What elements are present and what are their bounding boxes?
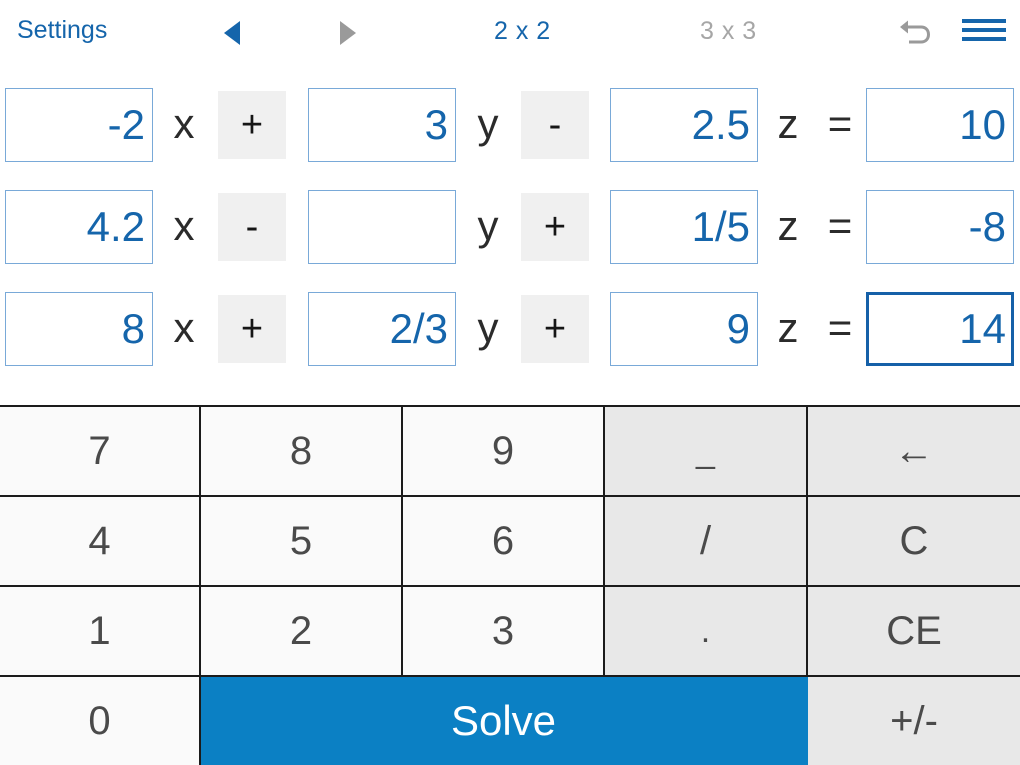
variable-label-y-row1: y bbox=[477, 202, 499, 249]
key-5[interactable]: 5 bbox=[201, 497, 403, 587]
key-9-label: 9 bbox=[491, 428, 515, 473]
operator-button-2-row2[interactable]: + bbox=[521, 295, 589, 363]
settings-button[interactable]: Settings bbox=[17, 18, 107, 43]
decimal-key[interactable]: . bbox=[605, 587, 808, 677]
menu-bar-bottom bbox=[962, 37, 1006, 41]
clear-entry-key[interactable]: CE bbox=[808, 587, 1020, 677]
hamburger-menu-icon[interactable] bbox=[962, 19, 1006, 47]
sign-toggle-key[interactable]: +/- bbox=[808, 677, 1020, 765]
key-6[interactable]: 6 bbox=[403, 497, 605, 587]
key-0[interactable]: 0 bbox=[0, 677, 201, 765]
clear-entry-key-label: CE bbox=[886, 608, 942, 653]
key-4[interactable]: 4 bbox=[0, 497, 201, 587]
equation-row: 8 x + 2/3 y + 9 z = 14 bbox=[0, 292, 1020, 394]
triangle-left-icon[interactable] bbox=[219, 18, 245, 48]
coefficient-z-input-row2[interactable]: 9 bbox=[610, 292, 758, 366]
variable-label-z-row2: z bbox=[777, 304, 799, 351]
equals-sign-row0: = bbox=[827, 100, 853, 147]
solve-key-label: Solve bbox=[450, 697, 557, 744]
key-2[interactable]: 2 bbox=[201, 587, 403, 677]
key-1[interactable]: 1 bbox=[0, 587, 201, 677]
variable-label-x-row0: x bbox=[173, 100, 195, 147]
key-3[interactable]: 3 bbox=[403, 587, 605, 677]
operator-button-1-row2[interactable]: + bbox=[218, 295, 286, 363]
key-8-label: 8 bbox=[289, 428, 313, 473]
coefficient-x-input-row1[interactable]: 4.2 bbox=[5, 190, 153, 264]
sign-toggle-key-label: +/- bbox=[890, 698, 938, 743]
operator-button-1-row0[interactable]: + bbox=[218, 91, 286, 159]
tab-size-2x2[interactable]: 2 x 2 bbox=[494, 19, 551, 44]
key-0-label: 0 bbox=[88, 698, 111, 743]
variable-label-y-row2: y bbox=[477, 304, 499, 351]
backspace-key[interactable]: ← bbox=[808, 407, 1020, 497]
equals-sign-row1: = bbox=[827, 202, 853, 249]
variable-label-z-row0: z bbox=[777, 100, 799, 147]
coefficient-y-input-row0[interactable]: 3 bbox=[308, 88, 456, 162]
coefficient-x-input-row0[interactable]: -2 bbox=[5, 88, 153, 162]
key-1-label: 1 bbox=[88, 608, 111, 653]
operator-button-2-row0[interactable]: - bbox=[521, 91, 589, 159]
coefficient-z-input-row0[interactable]: 2.5 bbox=[610, 88, 758, 162]
variable-label-y-row0: y bbox=[477, 100, 499, 147]
minus-key[interactable]: _ bbox=[605, 407, 808, 497]
variable-label-x-row1: x bbox=[173, 202, 195, 249]
equation-row: -2 x + 3 y - 2.5 z = 10 bbox=[0, 88, 1020, 190]
tab-size-3x3[interactable]: 3 x 3 bbox=[700, 19, 757, 44]
solve-key[interactable]: Solve bbox=[201, 677, 808, 765]
variable-label-z-row1: z bbox=[777, 202, 799, 249]
key-4-label: 4 bbox=[88, 518, 111, 563]
divide-key[interactable]: / bbox=[605, 497, 808, 587]
numeric-keypad: 7 8 9 _ ← 4 5 6 / C 1 2 3. CE 0 Solve +/- bbox=[0, 405, 1020, 765]
equation-grid: -2 x + 3 y - 2.5 z = 10 4.2 x - y + 1/5 … bbox=[0, 68, 1020, 403]
key-5-label: 5 bbox=[289, 518, 313, 563]
key-9[interactable]: 9 bbox=[403, 407, 605, 497]
coefficient-x-input-row2[interactable]: 8 bbox=[5, 292, 153, 366]
operator-button-1-row1[interactable]: - bbox=[218, 193, 286, 261]
equals-sign-row2: = bbox=[827, 304, 853, 351]
key-2-label: 2 bbox=[289, 608, 313, 653]
undo-arrow-icon[interactable] bbox=[895, 14, 933, 52]
operator-button-2-row1[interactable]: + bbox=[521, 193, 589, 261]
coefficient-y-input-row1[interactable] bbox=[308, 190, 456, 264]
result-input-row2[interactable]: 14 bbox=[866, 292, 1014, 366]
key-3-label: 3 bbox=[491, 608, 515, 653]
equation-row: 4.2 x - y + 1/5 z = -8 bbox=[0, 190, 1020, 292]
key-6-label: 6 bbox=[491, 518, 515, 563]
coefficient-z-input-row1[interactable]: 1/5 bbox=[610, 190, 758, 264]
divide-key-label: / bbox=[699, 518, 712, 563]
key-8[interactable]: 8 bbox=[201, 407, 403, 497]
coefficient-y-input-row2[interactable]: 2/3 bbox=[308, 292, 456, 366]
top-toolbar: Settings 2 x 2 3 x 3 bbox=[0, 0, 1020, 68]
key-7-label: 7 bbox=[88, 428, 111, 473]
decimal-key-label: . bbox=[700, 611, 711, 650]
clear-key-label: C bbox=[899, 518, 929, 563]
menu-bar-top bbox=[962, 19, 1006, 23]
triangle-right-icon[interactable] bbox=[334, 18, 360, 48]
clear-key[interactable]: C bbox=[808, 497, 1020, 587]
backspace-key-label: ← bbox=[894, 428, 934, 473]
minus-key-label: _ bbox=[696, 431, 715, 470]
result-input-row1[interactable]: -8 bbox=[866, 190, 1014, 264]
variable-label-x-row2: x bbox=[173, 304, 195, 351]
key-7[interactable]: 7 bbox=[0, 407, 201, 497]
result-input-row0[interactable]: 10 bbox=[866, 88, 1014, 162]
menu-bar-middle bbox=[962, 28, 1006, 32]
